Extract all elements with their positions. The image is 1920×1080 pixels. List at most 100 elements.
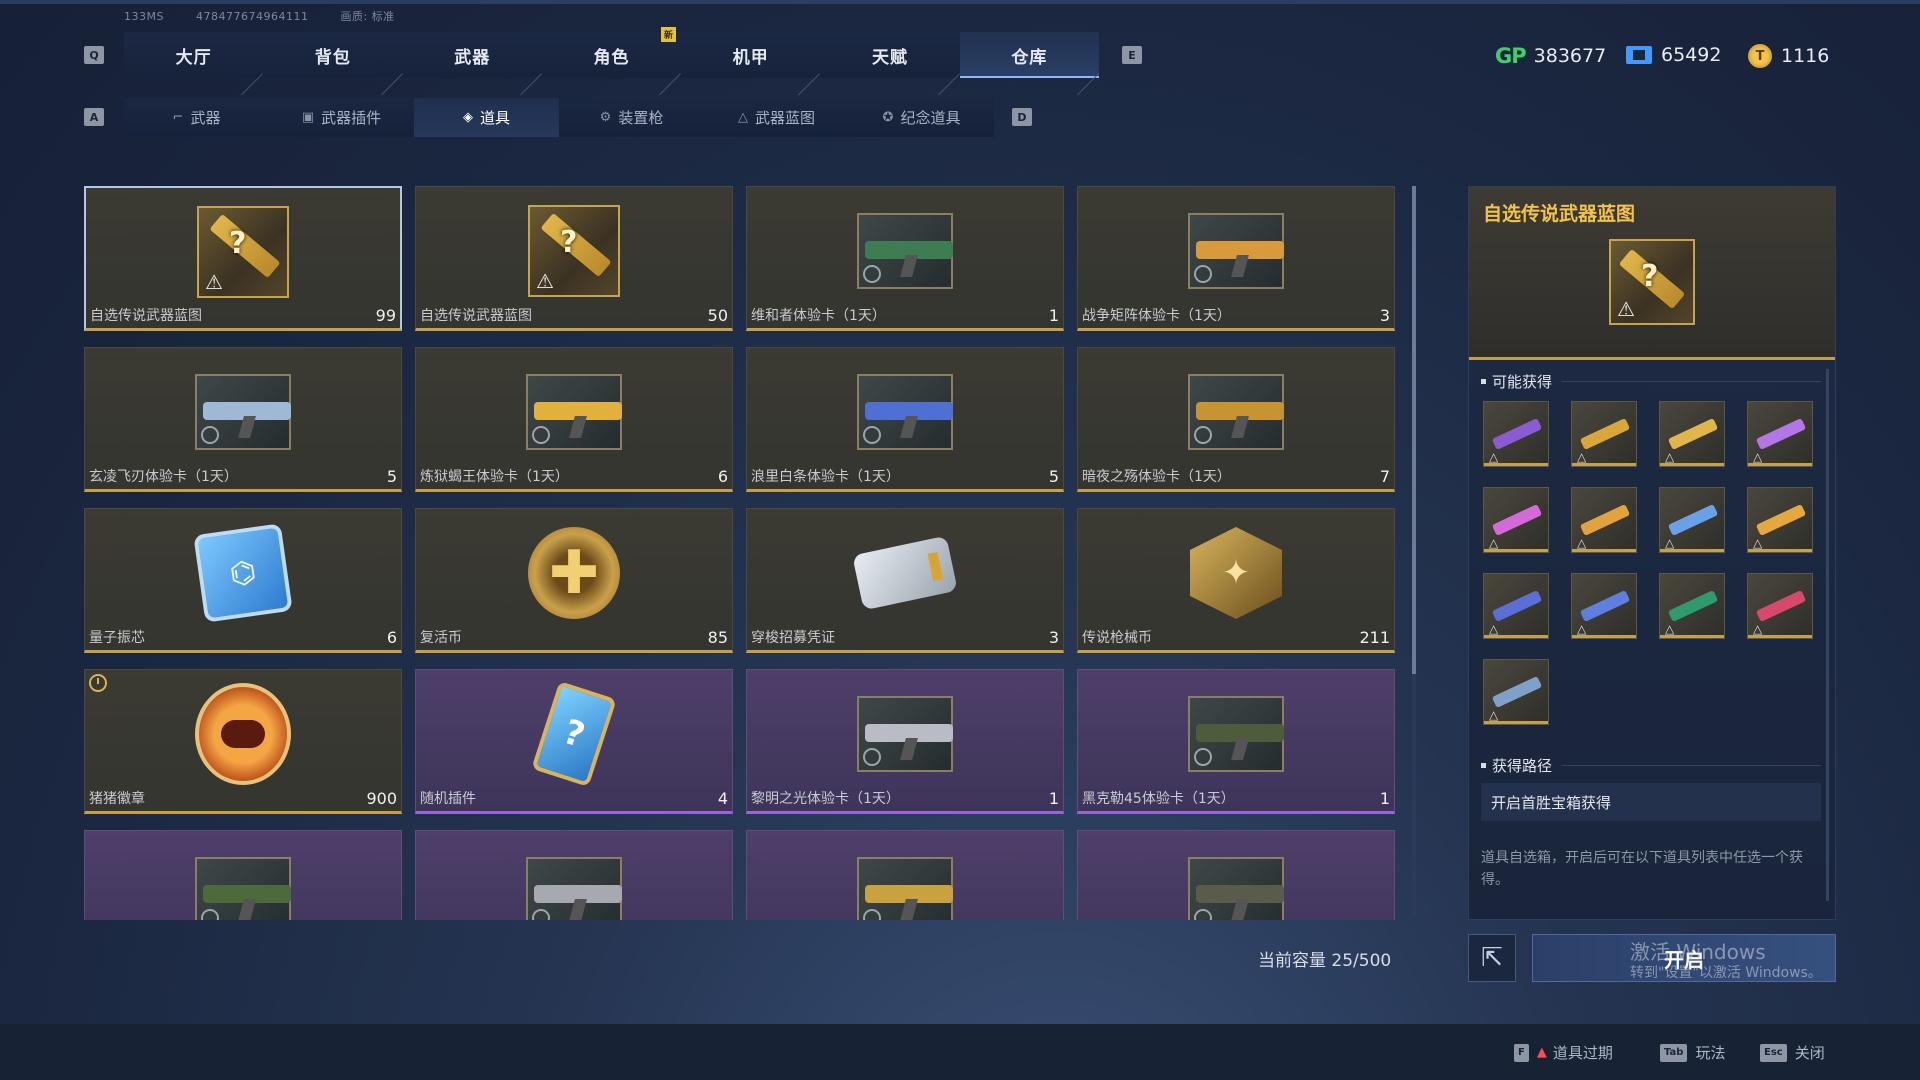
ticket-icon (1626, 46, 1652, 64)
inventory-item-card[interactable] (84, 830, 402, 920)
section-title: 可能获得 (1492, 373, 1553, 391)
tab-weapons[interactable]: 武器 (403, 32, 542, 78)
reward-blueprint-item[interactable]: △ (1571, 573, 1637, 639)
item-name: 随机插件 (420, 791, 476, 807)
clock-icon (532, 426, 550, 444)
inventory-item-card[interactable]: ? ⚠ 自选传说武器蓝图 50 (415, 186, 733, 331)
rarity-strip (1484, 635, 1548, 638)
tab-warehouse[interactable]: 仓库 (959, 32, 1100, 78)
reward-blueprint-item[interactable]: △ (1659, 401, 1725, 467)
inventory-item-card[interactable]: ? 随机插件 4 (415, 669, 733, 814)
reward-blueprint-item[interactable]: △ (1571, 487, 1637, 553)
item-name: 黎明之光体验卡（1天） (751, 791, 900, 807)
item-name: 战争矩阵体验卡（1天） (1082, 308, 1231, 324)
inventory-item-card[interactable]: 炼狱蝎王体验卡（1天） 6 (415, 347, 733, 492)
reward-blueprint-item[interactable]: △ (1659, 487, 1725, 553)
inventory-grid: ? ⚠ 自选传说武器蓝图 99? ⚠ 自选传说武器蓝图 50 维和者体验卡（1天） 1 战争矩阵体… (84, 186, 1398, 920)
share-button[interactable]: ⇱ (1468, 934, 1516, 982)
subtab-items[interactable]: ◈ 道具 (414, 98, 559, 137)
reward-blueprint-item[interactable]: △ (1483, 401, 1549, 467)
item-count: 1 (1379, 789, 1390, 808)
rarity-strip (1484, 463, 1548, 466)
reward-blueprint-item[interactable]: △ (1571, 401, 1637, 467)
weapon-trial-card-icon (857, 203, 953, 299)
revive-coin-icon: ✚ (526, 525, 622, 621)
inventory-item-card[interactable]: ✚ 复活币 85 (415, 508, 733, 653)
quality-readout: 画质: 标准 (340, 10, 395, 23)
inventory-item-card[interactable]: ✦ 传说枪械币 211 (1077, 508, 1395, 653)
key-hint-a[interactable]: A (84, 108, 104, 126)
subtab-device-guns[interactable]: ⚙ 装置枪 (559, 98, 704, 137)
inventory-item-card[interactable] (415, 830, 733, 920)
inventory-scrollbar[interactable] (1412, 186, 1416, 916)
reward-blueprint-item[interactable]: △ (1747, 487, 1813, 553)
inventory-item-card[interactable]: 战争矩阵体验卡（1天） 3 (1077, 186, 1395, 331)
inventory-item-card[interactable]: 维和者体验卡（1天） 1 (746, 186, 1064, 331)
clock-icon (532, 909, 550, 920)
tab-mecha[interactable]: 机甲 (681, 32, 820, 78)
key-hint-e[interactable]: E (1122, 46, 1142, 64)
item-name: 自选传说武器蓝图 (90, 308, 202, 324)
tab-backpack[interactable]: 背包 (263, 32, 402, 78)
inventory-item-card[interactable] (746, 830, 1064, 920)
detail-scrollbar[interactable] (1826, 369, 1829, 901)
clock-icon (863, 426, 881, 444)
trial-frame (1188, 696, 1284, 772)
inventory-item-card[interactable]: 黎明之光体验卡（1天） 1 (746, 669, 1064, 814)
compass-icon: △ (1753, 450, 1763, 464)
item-count: 1 (1048, 789, 1059, 808)
item-name: 浪里白条体验卡（1天） (751, 469, 900, 485)
ticket-currency: 65492 (1626, 44, 1721, 66)
ticket-value: 65492 (1661, 44, 1722, 66)
weapon-trial-card-icon (1188, 847, 1284, 920)
hint-expired[interactable]: F ▲ 道具过期 (1514, 1042, 1613, 1063)
hint-close[interactable]: Esc 关闭 (1760, 1042, 1825, 1063)
subtab-souvenirs[interactable]: ✪ 纪念道具 (849, 98, 994, 137)
item-name: 量子振芯 (89, 630, 145, 646)
key-hint-q[interactable]: Q (84, 46, 104, 64)
subtab-blueprints[interactable]: △ 武器蓝图 (704, 98, 849, 137)
obtain-route: 开启首胜宝箱获得 (1481, 783, 1821, 821)
inventory-item-card[interactable]: 暗夜之殇体验卡（1天） 7 (1077, 347, 1395, 492)
hint-gameplay[interactable]: Tab 玩法 (1660, 1042, 1725, 1063)
key-hint-d[interactable]: D (1012, 108, 1032, 126)
rifle-icon: ⌐ (172, 110, 184, 125)
reward-blueprint-item[interactable]: △ (1659, 573, 1725, 639)
item-count: 7 (1379, 467, 1390, 486)
subtab-weapon-plugins[interactable]: ▣ 武器插件 (269, 98, 414, 137)
inventory-item-card[interactable]: 浪里白条体验卡（1天） 5 (746, 347, 1064, 492)
subtab-weapons[interactable]: ⌐ 武器 (124, 98, 269, 137)
rarity-strip (1484, 549, 1548, 552)
gp-value: 383677 (1533, 45, 1607, 67)
reward-blueprint-item[interactable]: △ (1483, 487, 1549, 553)
tab-label: 天赋 (872, 47, 909, 68)
reward-blueprint-item[interactable]: △ (1483, 659, 1549, 725)
capacity-readout: 当前容量 25/500 (1258, 951, 1392, 971)
reward-blueprint-item[interactable]: △ (1747, 401, 1813, 467)
rarity-strip (1660, 463, 1724, 466)
reward-blueprint-item[interactable]: △ (1483, 573, 1549, 639)
hint-label: 玩法 (1695, 1044, 1726, 1062)
scroll-thumb[interactable] (1412, 186, 1416, 674)
recruit-ticket-icon (852, 525, 958, 621)
reward-blueprint-item[interactable]: △ (1747, 573, 1813, 639)
trial-frame (526, 857, 622, 920)
inventory-item-card[interactable]: 穿梭招募凭证 3 (746, 508, 1064, 653)
inventory-item-card[interactable]: 猪猪徽章 900 (84, 669, 402, 814)
gp-currency: GP 383677 (1495, 44, 1606, 68)
inventory-item-card[interactable]: 玄凌飞刃体验卡（1天） 5 (84, 347, 402, 492)
inventory-item-card[interactable]: ? ⚠ 自选传说武器蓝图 99 (84, 186, 402, 331)
gun-silhouette (1491, 675, 1543, 709)
chip-icon: ▣ (301, 110, 315, 125)
inventory-item-card[interactable]: 黑克勒45体验卡（1天） 1 (1077, 669, 1395, 814)
inventory-item-card[interactable]: ⌬ 量子振芯 6 (84, 508, 402, 653)
tab-talent[interactable]: 天赋 (820, 32, 959, 78)
item-name: 复活币 (420, 630, 462, 646)
key-tab: Tab (1660, 1043, 1688, 1062)
item-name: 玄凌飞刃体验卡（1天） (89, 469, 238, 485)
tab-lobby[interactable]: 大厅 (124, 32, 263, 78)
tab-label: 角色 (593, 47, 630, 68)
inventory-item-card[interactable] (1077, 830, 1395, 920)
key-f: F (1514, 1043, 1529, 1062)
warning-icon: ▲ (1536, 1045, 1547, 1060)
